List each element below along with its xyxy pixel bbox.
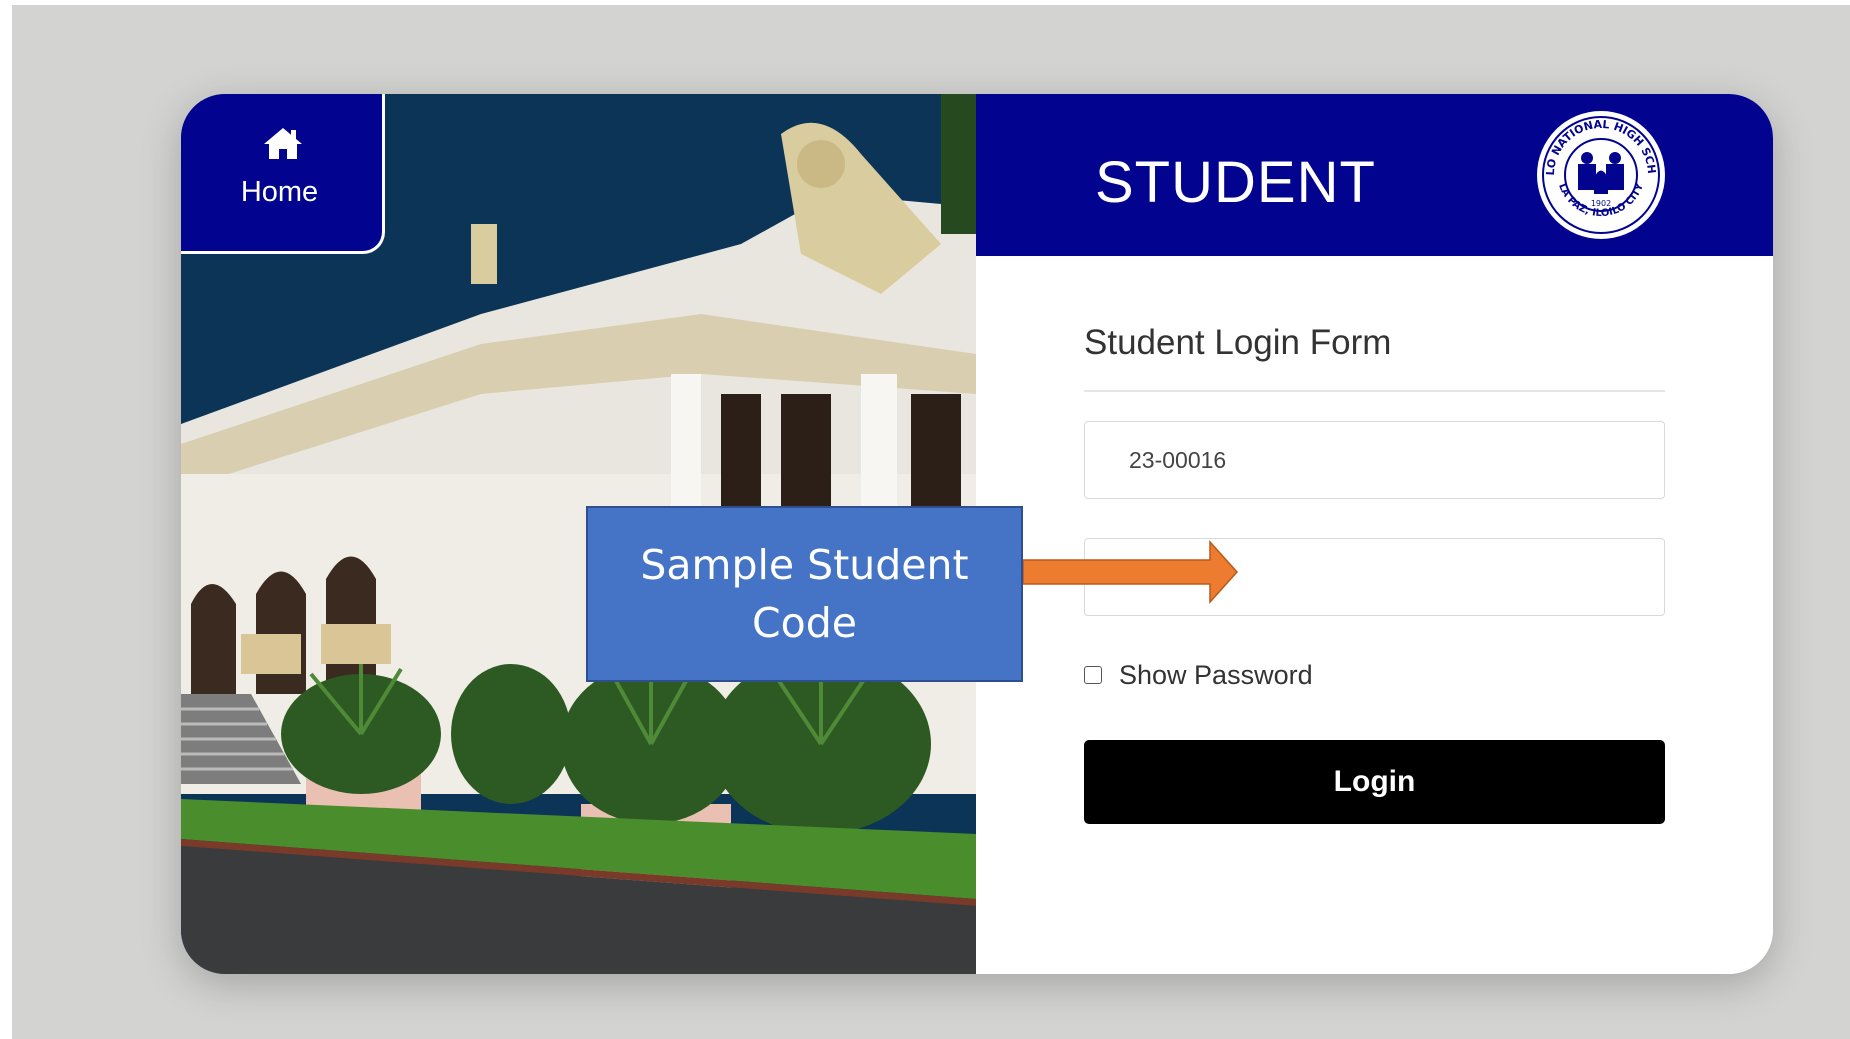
annotation-callout: Sample Student Code	[586, 506, 1023, 682]
login-form-panel: STUDENT ILOILO NATIONAL HIGH SCHOOL LA P…	[976, 94, 1773, 974]
login-button[interactable]: Login	[1084, 740, 1665, 824]
show-password-checkbox[interactable]	[1084, 666, 1102, 684]
home-label: Home	[240, 176, 319, 208]
student-code-input[interactable]	[1084, 421, 1665, 499]
home-button[interactable]: Home	[181, 94, 385, 254]
form-title: Student Login Form	[1084, 323, 1392, 362]
school-seal-logo: ILOILO NATIONAL HIGH SCHOOL LA PAZ, ILOI…	[1534, 108, 1665, 239]
annotation-text: Sample Student Code	[640, 541, 969, 647]
home-icon	[264, 128, 302, 159]
login-card: Home STUDENT ILOILO NATIONAL HIGH SCHOOL	[181, 94, 1773, 974]
seal-year: 1902	[1591, 199, 1611, 208]
form-divider	[1084, 390, 1665, 392]
screen-background: Home STUDENT ILOILO NATIONAL HIGH SCHOOL	[12, 5, 1850, 1039]
form-header: STUDENT ILOILO NATIONAL HIGH SCHOOL LA P…	[976, 94, 1773, 256]
show-password-toggle[interactable]: Show Password	[1084, 657, 1313, 693]
header-title: STUDENT	[1095, 150, 1376, 215]
show-password-label: Show Password	[1119, 659, 1313, 690]
annotation-arrow-icon	[1023, 540, 1239, 604]
